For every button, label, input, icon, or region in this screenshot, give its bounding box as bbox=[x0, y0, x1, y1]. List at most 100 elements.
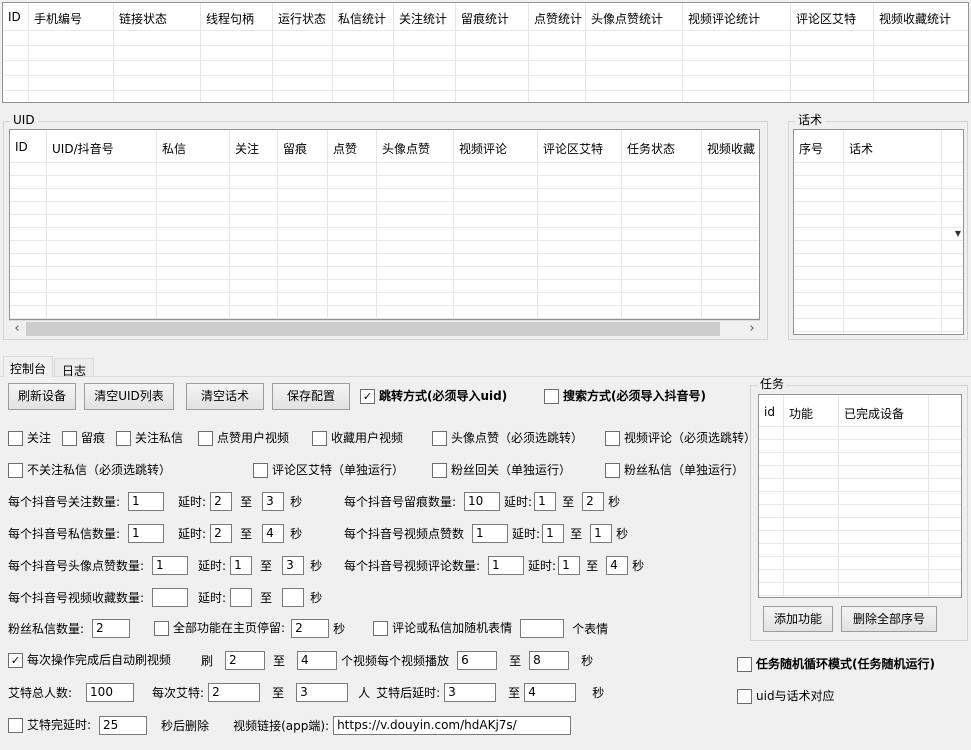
at-delay-to-input[interactable] bbox=[524, 683, 576, 702]
like-user-video-checkbox[interactable]: 点赞用户视频 bbox=[198, 431, 289, 446]
avatar-like-delay-to-input[interactable] bbox=[282, 556, 304, 575]
video-fav-delay-to-input[interactable] bbox=[282, 588, 304, 607]
video-fav-count-input[interactable] bbox=[152, 588, 188, 607]
avatar-like-count-input[interactable] bbox=[152, 556, 188, 575]
at-each-to-input[interactable] bbox=[296, 683, 348, 702]
task-table: id 功能 已完成设备 bbox=[758, 394, 962, 598]
column-header-thread[interactable]: 线程句柄 bbox=[201, 3, 273, 102]
video-comment-delay-to-input[interactable] bbox=[606, 556, 628, 575]
play-to-input[interactable] bbox=[529, 651, 569, 670]
follow-delay-from-input[interactable] bbox=[210, 492, 232, 511]
at-total-input[interactable] bbox=[86, 683, 134, 702]
swipe-to-input[interactable] bbox=[297, 651, 337, 670]
video-comment-delay-from-input[interactable] bbox=[558, 556, 580, 575]
column-header-avatar-stat[interactable]: 头像点赞统计 bbox=[586, 3, 683, 102]
add-function-button[interactable]: 添加功能 bbox=[763, 606, 833, 632]
auto-swipe-checkbox[interactable]: ✓ 每次操作完成后自动刷视频 bbox=[8, 653, 171, 668]
column-header-trace[interactable]: 留痕 bbox=[278, 130, 328, 319]
follow-delay-to-input[interactable] bbox=[262, 492, 284, 511]
save-config-button[interactable]: 保存配置 bbox=[272, 383, 350, 410]
delete-all-button[interactable]: 删除全部序号 bbox=[841, 606, 937, 632]
to-label: 至 bbox=[240, 493, 252, 510]
column-header-id[interactable]: id bbox=[759, 395, 784, 597]
column-header-done-devices[interactable]: 已完成设备 bbox=[839, 395, 929, 597]
column-header-phone[interactable]: 手机编号 bbox=[29, 3, 114, 102]
jump-mode-checkbox[interactable]: ✓ 跳转方式(必须导入uid) bbox=[360, 389, 507, 404]
column-header-at-stat[interactable]: 评论区艾特 bbox=[791, 3, 874, 102]
video-link-input[interactable] bbox=[333, 716, 571, 735]
video-like-count-input[interactable] bbox=[472, 524, 508, 543]
emoji-count-input[interactable] bbox=[520, 619, 564, 638]
trace-delay-from-input[interactable] bbox=[534, 492, 556, 511]
column-header-like-stat[interactable]: 点赞统计 bbox=[529, 3, 586, 102]
column-header-dm-stat[interactable]: 私信统计 bbox=[333, 3, 394, 102]
fav-user-video-checkbox[interactable]: 收藏用户视频 bbox=[312, 431, 403, 446]
video-like-delay-from-input[interactable] bbox=[542, 524, 564, 543]
dm-count-input[interactable] bbox=[128, 524, 164, 543]
dm-delay-to-input[interactable] bbox=[262, 524, 284, 543]
column-header-trace-stat[interactable]: 留痕统计 bbox=[456, 3, 529, 102]
column-header-script[interactable]: 话术 bbox=[844, 130, 942, 334]
video-comment-count-input[interactable] bbox=[488, 556, 524, 575]
refresh-device-button[interactable]: 刷新设备 bbox=[8, 383, 76, 410]
play-from-input[interactable] bbox=[457, 651, 497, 670]
checkbox-box bbox=[432, 431, 447, 446]
avatar-like-checkbox[interactable]: 头像点赞（必须选跳转） bbox=[432, 431, 583, 446]
tab-console[interactable]: 控制台 bbox=[3, 356, 53, 377]
at-each-from-input[interactable] bbox=[208, 683, 260, 702]
tab-log[interactable]: 日志 bbox=[54, 358, 94, 376]
column-header-video-comment[interactable]: 视频评论 bbox=[454, 130, 538, 319]
fans-followback-checkbox[interactable]: 粉丝回关（单独运行） bbox=[432, 463, 571, 478]
column-header-index[interactable]: 序号 bbox=[794, 130, 844, 334]
column-header-comment-at[interactable]: 评论区艾特 bbox=[538, 130, 622, 319]
at-delay-from-input[interactable] bbox=[444, 683, 496, 702]
clear-uid-button[interactable]: 清空UID列表 bbox=[84, 383, 174, 410]
script-table-header: 序号 话术 bbox=[794, 130, 963, 334]
follow-checkbox[interactable]: 关注 bbox=[8, 431, 51, 446]
fans-dm-count-input[interactable] bbox=[92, 619, 130, 638]
random-emoji-checkbox[interactable]: 评论或私信加随机表情 bbox=[373, 621, 512, 636]
column-header-id[interactable]: ID bbox=[10, 130, 47, 319]
column-header-id[interactable]: ID bbox=[3, 3, 29, 102]
clear-script-button[interactable]: 清空话术 bbox=[186, 383, 264, 410]
stay-home-input[interactable] bbox=[291, 619, 329, 638]
column-header-fav-stat[interactable]: 视频收藏统计 bbox=[874, 3, 968, 102]
scroll-right-icon[interactable]: › bbox=[744, 321, 760, 337]
column-header-video-fav[interactable]: 视频收藏 bbox=[702, 130, 759, 319]
column-header-uid[interactable]: UID/抖音号 bbox=[47, 130, 157, 319]
column-header-follow-stat[interactable]: 关注统计 bbox=[394, 3, 456, 102]
column-header-comment-stat[interactable]: 视频评论统计 bbox=[683, 3, 791, 102]
video-fav-delay-from-input[interactable] bbox=[230, 588, 252, 607]
no-follow-dm-checkbox[interactable]: 不关注私信（必须选跳转） bbox=[8, 463, 171, 478]
column-header-link-status[interactable]: 链接状态 bbox=[114, 3, 201, 102]
trace-count-input[interactable] bbox=[464, 492, 500, 511]
avatar-like-delay-from-input[interactable] bbox=[230, 556, 252, 575]
dm-delay-from-input[interactable] bbox=[210, 524, 232, 543]
video-comment-checkbox[interactable]: 视频评论（必须选跳转） bbox=[605, 431, 756, 446]
swipe-from-input[interactable] bbox=[225, 651, 265, 670]
comment-at-checkbox[interactable]: 评论区艾特（单独运行） bbox=[253, 463, 404, 478]
scrollbar-thumb[interactable] bbox=[26, 322, 720, 336]
uid-hscrollbar[interactable]: ‹ › bbox=[9, 320, 760, 337]
random-loop-mode-checkbox[interactable]: 任务随机循环模式(任务随机运行) bbox=[737, 657, 935, 672]
column-header-follow[interactable]: 关注 bbox=[230, 130, 278, 319]
column-header-like[interactable]: 点赞 bbox=[328, 130, 377, 319]
column-header-dm[interactable]: 私信 bbox=[157, 130, 230, 319]
column-header-avatar-like[interactable]: 头像点赞 bbox=[377, 130, 454, 319]
column-header-function[interactable]: 功能 bbox=[784, 395, 839, 597]
search-mode-checkbox[interactable]: 搜索方式(必须导入抖音号) bbox=[544, 389, 706, 404]
fans-dm-checkbox[interactable]: 粉丝私信（单独运行） bbox=[605, 463, 744, 478]
trace-delay-to-input[interactable] bbox=[582, 492, 604, 511]
trace-checkbox[interactable]: 留痕 bbox=[62, 431, 105, 446]
column-header-task-status[interactable]: 任务状态 bbox=[622, 130, 702, 319]
follow-dm-checkbox[interactable]: 关注私信 bbox=[116, 431, 183, 446]
at-delete-checkbox[interactable]: 艾特完延时: bbox=[8, 718, 91, 733]
at-delete-delay-input[interactable] bbox=[99, 716, 147, 735]
scroll-left-icon[interactable]: ‹ bbox=[9, 321, 25, 337]
scroll-down-icon[interactable]: ▼ bbox=[955, 230, 961, 238]
follow-count-input[interactable] bbox=[128, 492, 164, 511]
video-like-delay-to-input[interactable] bbox=[590, 524, 612, 543]
uid-script-match-checkbox[interactable]: uid与话术对应 bbox=[737, 689, 835, 704]
column-header-run-status[interactable]: 运行状态 bbox=[273, 3, 333, 102]
stay-home-checkbox[interactable]: 全部功能在主页停留: bbox=[154, 621, 285, 636]
